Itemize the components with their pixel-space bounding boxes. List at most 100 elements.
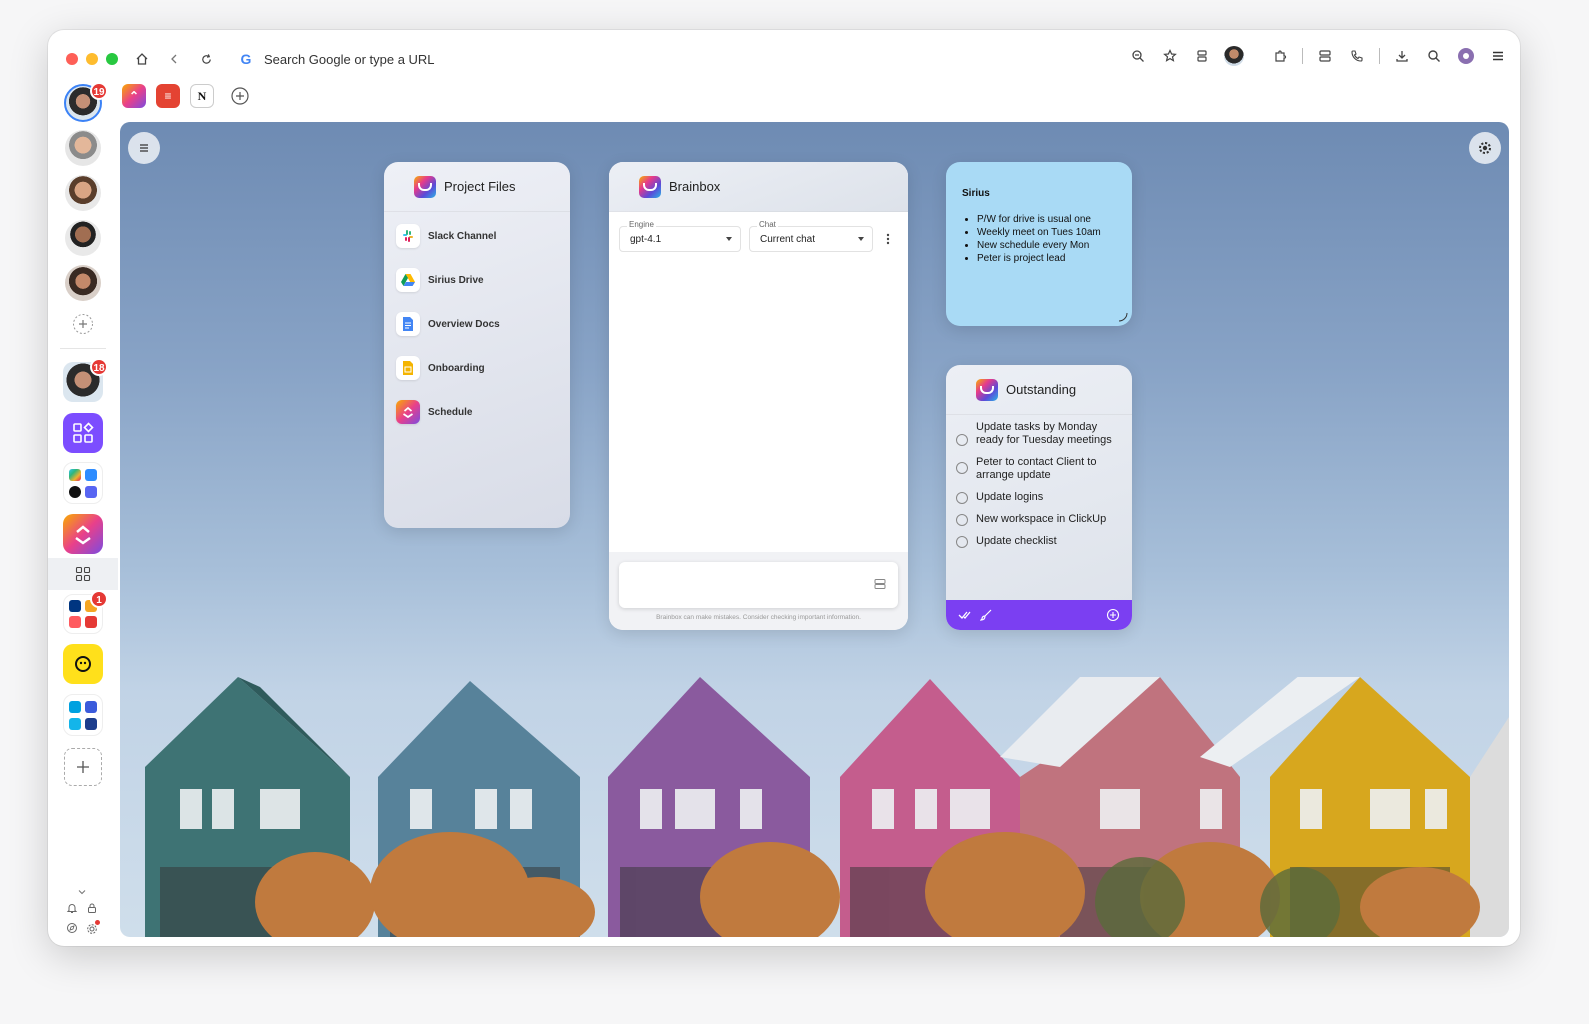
project-files-card: Project Files Slack Channel Sirius Drive… [384, 162, 570, 528]
project-file-label: Onboarding [428, 362, 485, 374]
browser-toolbar: G Search Google or type a URL [48, 30, 1520, 88]
contact-avatar[interactable] [65, 130, 101, 166]
download-icon[interactable] [1392, 46, 1412, 66]
chat-select[interactable]: Current chat [749, 226, 873, 252]
project-file-label: Overview Docs [428, 318, 500, 330]
project-file-link[interactable]: Overview Docs [384, 302, 570, 346]
task-checkbox[interactable] [956, 492, 968, 504]
clickup-icon [396, 400, 420, 424]
task-checkbox[interactable] [956, 536, 968, 548]
todoist-tab[interactable]: ≡ [156, 84, 180, 108]
plus-icon [77, 761, 89, 773]
app-group-business[interactable] [63, 694, 103, 736]
home-button[interactable] [130, 47, 154, 71]
task-item: Update tasks by Monday ready for Tuesday… [946, 421, 1132, 447]
back-button[interactable] [162, 47, 186, 71]
openai-icon [69, 485, 81, 498]
clickup-app-button[interactable] [63, 514, 103, 554]
brush-icon[interactable] [980, 609, 992, 621]
double-check-icon[interactable] [958, 609, 972, 621]
notion-tab[interactable]: N [190, 84, 214, 108]
reload-button[interactable] [194, 47, 218, 71]
clickup-tab[interactable]: ⌃ [122, 84, 146, 108]
extensions-icon[interactable] [1270, 46, 1290, 66]
canvas-settings-button[interactable] [1469, 132, 1501, 164]
project-file-link[interactable]: Schedule [384, 390, 570, 434]
profile-avatar[interactable] [1224, 46, 1244, 66]
minimize-window-button[interactable] [86, 53, 98, 65]
app-group-communication[interactable] [63, 462, 103, 504]
address-bar[interactable]: G Search Google or type a URL [230, 46, 1270, 72]
canvas-menu-button[interactable] [128, 132, 160, 164]
project-file-link[interactable]: Slack Channel [384, 214, 570, 258]
sidebar-divider [60, 348, 106, 349]
apps-grid-icon [73, 422, 94, 443]
mailchimp-app-button[interactable] [63, 644, 103, 684]
engine-label: Engine [627, 220, 656, 229]
task-checkbox[interactable] [956, 434, 968, 446]
address-input[interactable]: Search Google or type a URL [264, 52, 435, 67]
add-app-button[interactable] [64, 748, 102, 786]
contact-avatar[interactable] [65, 220, 101, 256]
notification-badge: 1 [90, 590, 108, 608]
project-file-label: Slack Channel [428, 230, 497, 242]
note-bullet: New schedule every Mon [977, 239, 1132, 252]
task-list: Update tasks by Monday ready for Tuesday… [946, 415, 1132, 548]
drive-icon [396, 268, 420, 292]
paypal-icon [85, 717, 97, 730]
storage-icon[interactable] [1315, 46, 1335, 66]
apps-button[interactable] [63, 413, 103, 453]
project-files-title: Project Files [444, 179, 516, 194]
new-tab-button[interactable] [228, 84, 252, 108]
menu-icon[interactable] [1488, 46, 1508, 66]
brainbox-more-button[interactable] [885, 232, 891, 251]
add-contact-button[interactable] [72, 313, 94, 340]
salesforce-icon [69, 700, 81, 713]
browser-window: G Search Google or type a URL ⌃ ≡ N 19 1… [48, 30, 1520, 946]
notion-icon: N [197, 88, 207, 103]
plus-circle-icon[interactable] [1106, 608, 1120, 622]
compass-icon[interactable] [66, 922, 78, 934]
account-icon[interactable] [1456, 46, 1476, 66]
chevron-down-icon [726, 237, 732, 241]
sidebar-footer-row1 [66, 902, 98, 914]
chat-value: Current chat [760, 233, 816, 245]
project-files-header: Project Files [384, 162, 570, 212]
slack-icon [69, 468, 81, 481]
outstanding-footer [946, 600, 1132, 630]
bell-icon[interactable] [66, 902, 78, 914]
app-launcher-button[interactable] [48, 558, 118, 590]
task-item: Update logins [946, 491, 1132, 504]
engine-select[interactable]: gpt-4.1 [619, 226, 741, 252]
settings-alert-dot [95, 920, 100, 925]
collapse-button[interactable] [77, 884, 87, 902]
project-file-link[interactable]: Onboarding [384, 346, 570, 390]
note-bullets: P/W for drive is usual one Weekly meet o… [977, 213, 1132, 265]
star-icon[interactable] [1160, 46, 1180, 66]
task-checkbox[interactable] [956, 462, 968, 474]
search-icon[interactable] [1424, 46, 1444, 66]
task-checkbox[interactable] [956, 514, 968, 526]
project-file-link[interactable]: Sirius Drive [384, 258, 570, 302]
more-vertical-icon [886, 233, 890, 245]
task-label: Update logins [976, 491, 1044, 503]
brainbox-message-input[interactable] [619, 562, 898, 608]
close-window-button[interactable] [66, 53, 78, 65]
sidebar-footer-row2 [66, 920, 100, 940]
lock-icon[interactable] [86, 902, 98, 914]
plus-circle-icon [73, 314, 93, 334]
outstanding-title: Outstanding [1006, 382, 1077, 397]
settings-button[interactable] [86, 920, 100, 940]
phone-icon[interactable] [1347, 46, 1367, 66]
mailchimp-icon [75, 656, 91, 672]
task-label: Update checklist [976, 535, 1057, 547]
outstanding-card: Outstanding Update tasks by Monday ready… [946, 365, 1132, 630]
tab-stack-icon[interactable] [1192, 46, 1212, 66]
resize-handle-icon[interactable] [1118, 312, 1128, 322]
g2-icon [85, 616, 97, 628]
zoom-icon[interactable] [1128, 46, 1148, 66]
contact-avatar[interactable] [65, 265, 101, 301]
storage-icon[interactable] [874, 578, 886, 590]
maximize-window-button[interactable] [106, 53, 118, 65]
contact-avatar[interactable] [65, 175, 101, 211]
